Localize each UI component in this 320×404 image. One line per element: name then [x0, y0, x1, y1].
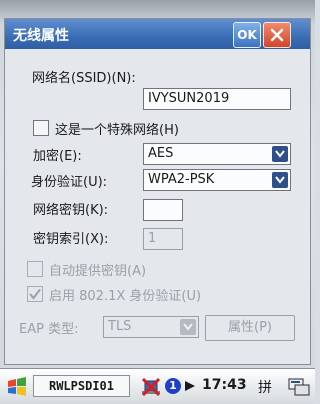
tray-badge[interactable]: 1 — [165, 378, 181, 394]
wireless-properties-dialog: 无线属性 OK 网络名(SSID)(N): IVYSUN2019 这是一个特殊网… — [4, 18, 311, 365]
encryption-select[interactable]: AES — [143, 143, 291, 165]
ssid-input[interactable]: IVYSUN2019 — [143, 88, 291, 110]
eap-value: TLS — [108, 319, 132, 334]
title-bar: 无线属性 OK — [5, 19, 310, 49]
chevron-down-icon — [183, 323, 193, 331]
auth-value: WPA2-PSK — [148, 172, 215, 187]
properties-button[interactable]: 属性(P) — [205, 315, 295, 341]
dialog-title: 无线属性 — [13, 28, 69, 44]
taskbar: RWLPSDI01 1 17:43 拼 — [0, 368, 315, 404]
chevron-down-icon — [275, 176, 285, 184]
network-key-input[interactable] — [143, 199, 183, 221]
ok-button[interactable]: OK — [233, 22, 261, 48]
eap-label: EAP 类型: — [19, 322, 79, 337]
eap-select[interactable]: TLS — [103, 316, 199, 338]
close-button[interactable] — [263, 22, 291, 48]
arrow-right-icon[interactable] — [184, 380, 196, 392]
network-key-label: 网络密钥(K): — [33, 203, 109, 218]
auto-key-label: 自动提供密钥(A) — [49, 264, 147, 279]
auto-key-checkbox[interactable] — [27, 261, 43, 277]
dropdown-button[interactable] — [180, 319, 196, 335]
clock[interactable]: 17:43 — [202, 377, 247, 393]
chevron-down-icon — [275, 150, 285, 158]
keyboard-icon[interactable] — [288, 377, 310, 397]
network-disconnected-icon[interactable] — [140, 376, 162, 398]
windows-start-icon[interactable] — [6, 376, 28, 398]
close-icon — [270, 28, 284, 42]
ssid-label: 网络名(SSID)(N): — [32, 71, 136, 86]
encryption-value: AES — [148, 146, 174, 161]
dropdown-button[interactable] — [272, 172, 288, 188]
dot1x-label: 启用 802.1X 身份验证(U) — [49, 289, 202, 304]
adhoc-label: 这是一个特殊网络(H) — [55, 123, 179, 138]
adhoc-checkbox[interactable] — [33, 120, 49, 136]
key-index-input[interactable]: 1 — [143, 228, 183, 250]
taskbar-task-button[interactable]: RWLPSDI01 — [33, 375, 130, 397]
auth-label: 身份验证(U): — [31, 175, 108, 190]
check-icon — [29, 288, 41, 300]
dot1x-checkbox[interactable] — [27, 286, 43, 302]
encryption-label: 加密(E): — [33, 149, 82, 164]
auth-select[interactable]: WPA2-PSK — [143, 169, 291, 191]
key-index-label: 密钥索引(X): — [33, 232, 109, 247]
input-method-indicator[interactable]: 拼 — [258, 377, 272, 397]
dropdown-button[interactable] — [272, 146, 288, 162]
